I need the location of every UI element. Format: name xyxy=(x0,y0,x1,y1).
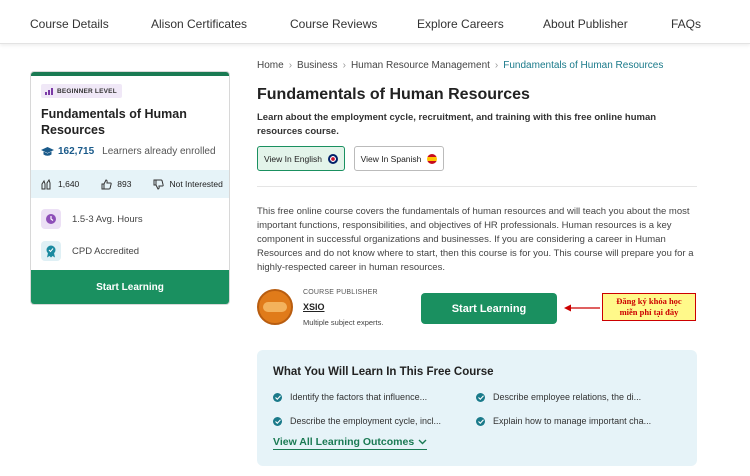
check-circle-icon xyxy=(476,416,485,426)
view-all-label: View All Learning Outcomes xyxy=(273,436,415,448)
nav-alison-certificates[interactable]: Alison Certificates xyxy=(151,17,247,31)
check-circle-icon xyxy=(273,416,282,426)
publisher-name-link[interactable]: XSIO xyxy=(303,302,325,312)
view-in-english-button[interactable]: View In English xyxy=(257,146,345,171)
learning-outcome-item: Identify the factors that influence... xyxy=(273,392,427,402)
nav-course-reviews[interactable]: Course Reviews xyxy=(290,17,377,31)
thumbs-up-icon xyxy=(101,178,112,189)
hours-label: 1.5-3 Avg. Hours xyxy=(72,213,143,225)
breadcrumb-hrm[interactable]: Human Resource Management xyxy=(351,60,490,71)
level-badge: BEGINNER LEVEL xyxy=(41,84,122,98)
enrolled-label: Learners already enrolled xyxy=(102,146,216,157)
check-circle-icon xyxy=(476,392,485,402)
likes-stat[interactable]: 1,640 xyxy=(41,178,80,190)
level-label: BEGINNER LEVEL xyxy=(57,87,117,95)
likes-count: 1,640 xyxy=(58,179,80,189)
cpd-feature: CPD Accredited xyxy=(41,241,139,261)
hours-feature: 1.5-3 Avg. Hours xyxy=(41,209,143,229)
signal-bars-icon xyxy=(45,87,53,95)
breadcrumb-current[interactable]: Fundamentals of Human Resources xyxy=(503,60,663,71)
publisher-label: COURSE PUBLISHER xyxy=(303,289,378,296)
learning-outcome-item: Explain how to manage important cha... xyxy=(476,416,651,426)
card-title: Fundamentals of Human Resources xyxy=(41,107,187,137)
top-nav: Course Details Alison Certificates Cours… xyxy=(0,0,750,44)
arrow-left-icon xyxy=(564,304,600,312)
course-card: BEGINNER LEVEL Fundamentals of Human Res… xyxy=(30,71,230,305)
page-title: Fundamentals of Human Resources xyxy=(257,86,530,103)
stats-bar: 1,640 893 Not Interested xyxy=(31,170,229,198)
view-in-spanish-button[interactable]: View In Spanish xyxy=(354,146,444,171)
start-learning-button[interactable]: Start Learning xyxy=(421,293,557,324)
cpd-label: CPD Accredited xyxy=(72,245,140,257)
chevron-right-icon: › xyxy=(494,60,499,71)
graduation-cap-icon xyxy=(41,146,54,156)
chevron-right-icon: › xyxy=(342,60,346,71)
nav-course-details[interactable]: Course Details xyxy=(30,17,109,31)
learning-outcome-text: Identify the factors that influence... xyxy=(290,392,428,402)
annotation-line-2: miễn phí tại đây xyxy=(619,307,679,317)
learning-outcome-text: Describe employee relations, the di... xyxy=(493,392,642,402)
learning-outcome-text: Describe the employment cycle, incl... xyxy=(290,416,442,426)
learning-outcome-item: Describe employee relations, the di... xyxy=(476,392,641,402)
divider xyxy=(257,186,697,187)
enrolled-info: 162,715 Learners already enrolled xyxy=(41,146,216,157)
publisher-logo[interactable] xyxy=(257,289,293,325)
learning-outcome-text: Explain how to manage important cha... xyxy=(493,416,652,426)
check-circle-icon xyxy=(273,392,282,402)
uk-flag-icon xyxy=(327,153,338,164)
view-english-label: View In English xyxy=(264,153,322,164)
thumbs-down-icon xyxy=(153,179,165,190)
card-accent-bar xyxy=(31,72,229,76)
card-start-learning-button[interactable]: Start Learning xyxy=(31,270,229,304)
publisher-description: Multiple subject experts. xyxy=(303,318,384,327)
thumbs-count: 893 xyxy=(117,179,132,189)
nav-explore-careers[interactable]: Explore Careers xyxy=(417,17,504,31)
thumbs-stat[interactable]: 893 xyxy=(101,178,132,190)
not-interested-button[interactable]: Not Interested xyxy=(153,179,223,190)
chevron-down-icon xyxy=(418,439,427,445)
certificate-badge-icon xyxy=(41,241,61,261)
course-description: This free online course covers the funda… xyxy=(257,206,694,273)
hands-up-icon xyxy=(41,178,51,189)
not-interested-label: Not Interested xyxy=(169,179,223,189)
enrolled-count: 162,715 xyxy=(58,146,95,157)
view-all-outcomes-link[interactable]: View All Learning Outcomes xyxy=(273,436,428,450)
signup-annotation: Đăng ký khóa học miễn phí tại đây xyxy=(602,293,696,321)
nav-faqs[interactable]: FAQs xyxy=(671,17,701,31)
learning-outcomes-panel: What You Will Learn In This Free Course … xyxy=(257,350,697,466)
annotation-line-1: Đăng ký khóa học xyxy=(616,296,682,306)
breadcrumb-business[interactable]: Business xyxy=(297,60,338,71)
chevron-right-icon: › xyxy=(288,60,293,71)
learning-outcomes-title: What You Will Learn In This Free Course xyxy=(273,366,494,378)
spain-flag-icon xyxy=(427,153,438,164)
breadcrumb: Home › Business › Human Resource Managem… xyxy=(257,60,663,71)
course-subtitle: Learn about the employment cycle, recrui… xyxy=(257,112,657,137)
learning-outcome-item: Describe the employment cycle, incl... xyxy=(273,416,441,426)
breadcrumb-home[interactable]: Home xyxy=(257,60,284,71)
view-spanish-label: View In Spanish xyxy=(360,153,422,164)
clock-icon xyxy=(41,209,61,229)
nav-about-publisher[interactable]: About Publisher xyxy=(543,17,628,31)
